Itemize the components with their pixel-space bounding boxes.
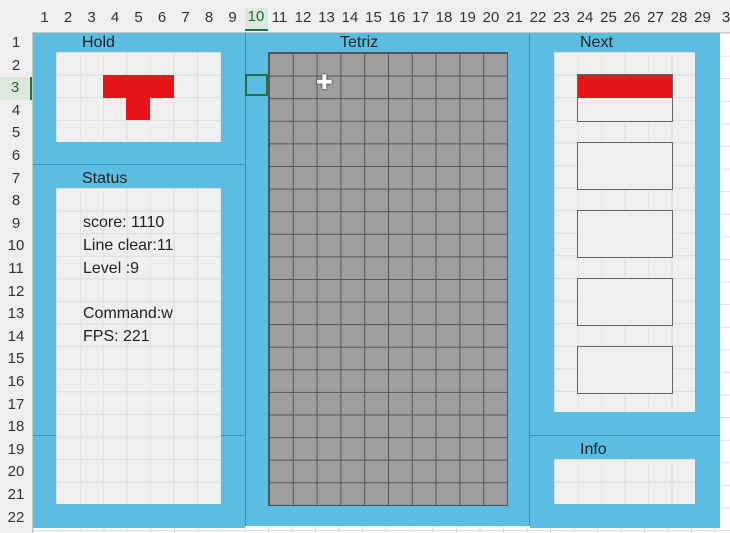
column-header-8[interactable]: 8 xyxy=(198,9,221,26)
column-header-15[interactable]: 15 xyxy=(362,9,385,26)
row-header-9[interactable]: 9 xyxy=(0,213,32,236)
game-title: Tetriz xyxy=(340,34,379,51)
command-text: Command:w xyxy=(83,305,173,322)
column-header-30[interactable]: 3 xyxy=(715,9,730,26)
game-frame-left-border xyxy=(245,33,246,526)
next-slot-5 xyxy=(577,346,673,394)
row-header-11[interactable]: 11 xyxy=(0,258,32,281)
row-header-14[interactable]: 14 xyxy=(0,326,32,349)
row-header-8[interactable]: 8 xyxy=(0,190,32,213)
score-text: score: 1110 xyxy=(83,214,165,231)
next-slot-3 xyxy=(577,210,673,258)
active-cell-indicator xyxy=(245,74,268,96)
row-header-4[interactable]: 4 xyxy=(0,100,32,123)
column-header-27[interactable]: 27 xyxy=(644,9,667,26)
line-clear-text: Line clear:11 xyxy=(83,237,174,254)
column-header-28[interactable]: 28 xyxy=(668,9,691,26)
next-slot-2 xyxy=(577,142,673,190)
row-header-20[interactable]: 20 xyxy=(0,461,32,484)
column-header-21[interactable]: 21 xyxy=(503,9,526,26)
column-header-3[interactable]: 3 xyxy=(80,9,103,26)
row-header-6[interactable]: 6 xyxy=(0,145,32,168)
column-header-4[interactable]: 4 xyxy=(104,9,127,26)
column-header-14[interactable]: 14 xyxy=(339,9,362,26)
hold-piece-stem xyxy=(126,97,150,120)
next-slot-4 xyxy=(577,278,673,326)
row-header-15[interactable]: 15 xyxy=(0,348,32,371)
column-header-19[interactable]: 19 xyxy=(456,9,479,26)
column-header-9[interactable]: 9 xyxy=(221,9,244,26)
row-header-5[interactable]: 5 xyxy=(0,122,32,145)
column-header-17[interactable]: 17 xyxy=(409,9,432,26)
fps-text: FPS: 221 xyxy=(83,328,150,345)
info-panel xyxy=(554,459,695,504)
column-header-24[interactable]: 24 xyxy=(574,9,597,26)
row-header-13[interactable]: 13 xyxy=(0,303,32,326)
row-header-12[interactable]: 12 xyxy=(0,281,32,304)
column-header-23[interactable]: 23 xyxy=(550,9,573,26)
info-title: Info xyxy=(580,441,607,458)
column-header-7[interactable]: 7 xyxy=(174,9,197,26)
column-header-25[interactable]: 25 xyxy=(597,9,620,26)
status-panel xyxy=(56,188,221,504)
column-header-18[interactable]: 18 xyxy=(433,9,456,26)
row-header-1[interactable]: 1 xyxy=(0,32,32,55)
column-header-13[interactable]: 13 xyxy=(315,9,338,26)
row-header-19[interactable]: 19 xyxy=(0,439,32,462)
column-header-5[interactable]: 5 xyxy=(127,9,150,26)
column-header-26[interactable]: 26 xyxy=(621,9,644,26)
row-header-18[interactable]: 18 xyxy=(0,416,32,439)
column-header-11[interactable]: 11 xyxy=(268,9,291,26)
column-header-6[interactable]: 6 xyxy=(151,9,174,26)
column-header-29[interactable]: 29 xyxy=(691,9,714,26)
row-header-3[interactable]: 3 xyxy=(0,77,32,100)
row-header-22[interactable]: 22 xyxy=(0,507,32,530)
row-header-17[interactable]: 17 xyxy=(0,394,32,417)
left-divider-top xyxy=(33,164,245,165)
row-header-21[interactable]: 21 xyxy=(0,484,32,507)
column-header-2[interactable]: 2 xyxy=(57,9,80,26)
column-header-10[interactable]: 10 xyxy=(244,8,268,31)
row-header-7[interactable]: 7 xyxy=(0,168,32,191)
level-text: Level :9 xyxy=(83,260,140,277)
game-board[interactable] xyxy=(268,52,508,506)
column-header-12[interactable]: 12 xyxy=(292,9,315,26)
hold-title: Hold xyxy=(82,34,115,51)
row-header-2[interactable]: 2 xyxy=(0,55,32,78)
column-header-20[interactable]: 20 xyxy=(480,9,503,26)
hold-piece-top xyxy=(103,75,174,98)
status-title: Status xyxy=(82,170,128,187)
column-header-22[interactable]: 22 xyxy=(527,9,550,26)
right-divider xyxy=(530,435,720,436)
row-header-bar: 1 2 3 4 5 6 7 8 9 10 11 12 13 14 15 16 17 18 19 20 21 22 xyxy=(0,32,33,533)
column-header-1[interactable]: 1 xyxy=(33,9,56,26)
plus-cursor-icon: ✚ xyxy=(316,72,333,94)
row-header-16[interactable]: 16 xyxy=(0,371,32,394)
next-piece xyxy=(578,75,672,98)
row-header-10[interactable]: 10 xyxy=(0,235,32,258)
column-header-bar: 1 2 3 4 5 6 7 8 9 10 11 12 13 14 15 16 17 18 19 20 21 22 23 24 2… xyxy=(0,0,730,33)
next-title: Next xyxy=(580,34,613,51)
column-header-16[interactable]: 16 xyxy=(386,9,409,26)
